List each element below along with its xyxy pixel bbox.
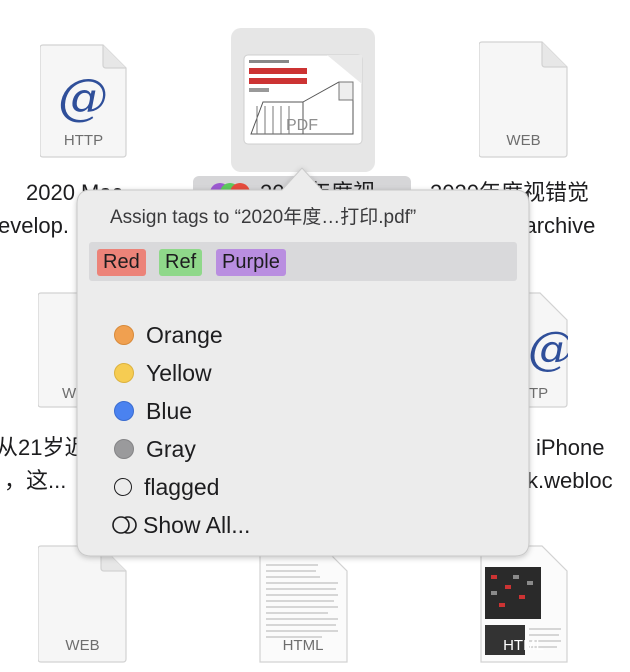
file-label: iPhone [536, 435, 605, 460]
tag-input-field[interactable] [89, 242, 517, 281]
file-badge: WEB [506, 132, 541, 149]
tag-menu-item-blue[interactable]: Blue [114, 395, 192, 427]
tag-chip-red[interactable]: Red [97, 249, 146, 276]
tag-menu-item-yellow[interactable]: Yellow [114, 357, 212, 389]
svg-text:@: @ [58, 68, 108, 126]
tag-menu-label: Orange [146, 321, 223, 348]
tag-menu-label: Blue [146, 397, 193, 424]
file-label: evelop. [0, 213, 69, 238]
file-badge: HTML [503, 637, 544, 654]
orange-dot-icon [114, 325, 134, 345]
yellow-dot-icon [114, 363, 134, 383]
overlapping-circles-icon [112, 516, 137, 534]
tag-menu-item-gray[interactable]: Gray [114, 433, 196, 465]
file-label: k.webloc [527, 468, 613, 493]
show-all-tags-item[interactable]: Show All... [111, 509, 250, 541]
tag-menu-item-flagged[interactable]: flagged [114, 471, 219, 503]
tag-menu-label: Gray [146, 435, 196, 462]
file-badge: WEB [65, 637, 100, 654]
blue-dot-icon [114, 401, 134, 421]
file-badge: HTTP [63, 132, 104, 149]
empty-circle-icon [114, 478, 132, 496]
tag-menu-label: Yellow [146, 359, 212, 386]
file-badge: PDF [286, 117, 318, 134]
tag-menu-item-orange[interactable]: Orange [114, 319, 223, 351]
gray-dot-icon [114, 439, 134, 459]
tag-chip-purple[interactable]: Purple [216, 249, 286, 276]
tag-chip-ref[interactable]: Ref [159, 249, 203, 276]
popover-title: Assign tags to “2020年度…打印.pdf” [110, 207, 417, 228]
file-label: ，这... [4, 468, 67, 493]
tag-menu-label: flagged [144, 473, 220, 500]
file-badge: HTML [282, 637, 324, 654]
tag-menu-label: Show All... [143, 511, 251, 538]
